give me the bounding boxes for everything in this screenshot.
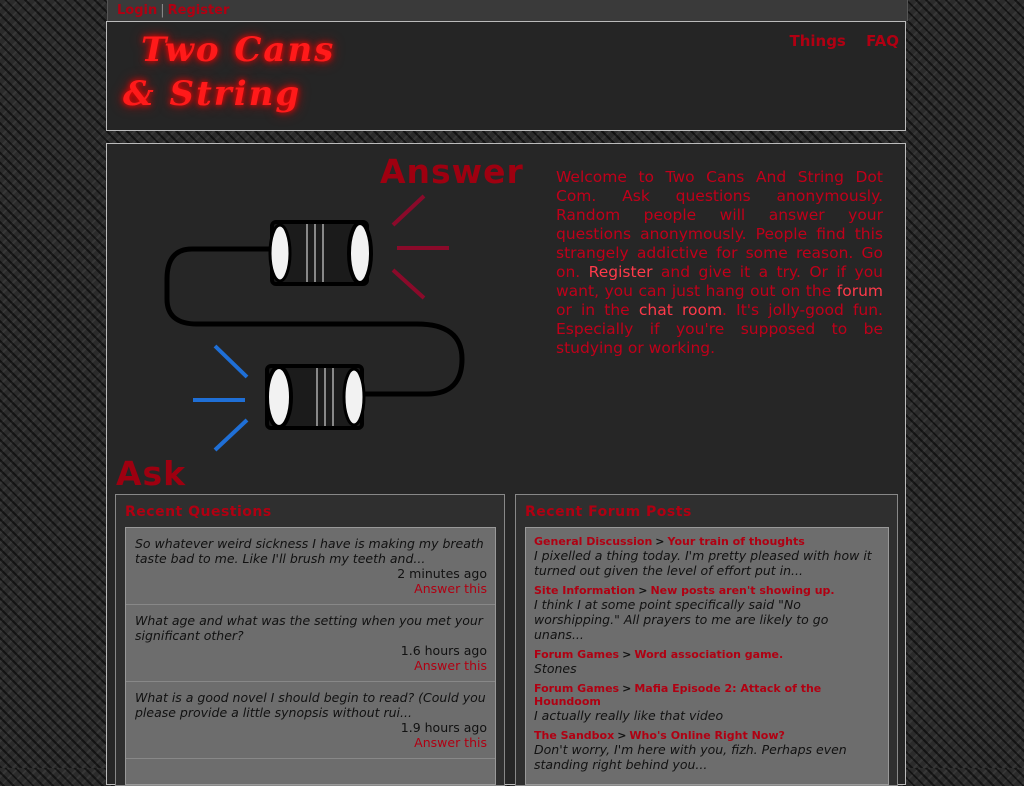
forum-link[interactable]: The Sandbox [534, 729, 614, 742]
post-excerpt: I actually really like that video [534, 708, 724, 723]
top-can-icon [268, 220, 373, 286]
breadcrumb-separator: > [622, 648, 632, 661]
site-logo[interactable]: Two Cans & String [123, 28, 335, 116]
question-text[interactable]: What is a good novel I should begin to r… [135, 690, 487, 720]
question-item[interactable]: What is a good novel I should begin to r… [126, 682, 495, 759]
question-item[interactable]: What age and what was the setting when y… [126, 605, 495, 682]
thread-link[interactable]: Word association game. [634, 648, 783, 661]
top-bar: Login | Register [107, 0, 908, 21]
question-item[interactable]: So whatever weird sickness I have is mak… [126, 528, 495, 605]
topbar-separator: | [160, 3, 165, 18]
breadcrumb-separator: > [617, 729, 627, 742]
welcome-text: Welcome to Two Cans And String Dot Com. … [556, 168, 883, 358]
outgoing-signal-icon [391, 194, 449, 300]
forum-post-item: Site Information > New posts aren't showin… [526, 584, 888, 642]
forum-link[interactable]: Site Information [534, 584, 635, 597]
thread-link[interactable]: New posts aren't showing up. [650, 584, 834, 597]
post-excerpt: I think I at some point specifically sai… [534, 597, 829, 642]
forum-link[interactable]: General Discussion [534, 535, 652, 548]
recent-posts-title: Recent Forum Posts [525, 504, 692, 520]
main-nav: Things FAQ [774, 32, 899, 50]
recent-questions-list: So whatever weird sickness I have is mak… [125, 527, 496, 785]
forum-link[interactable]: Forum Games [534, 682, 619, 695]
login-link[interactable]: Login [117, 3, 157, 18]
incoming-signal-icon [193, 344, 249, 452]
nav-faq[interactable]: FAQ [866, 32, 899, 50]
question-time: 1.9 hours ago [400, 720, 487, 735]
answer-this-link[interactable]: Answer this [135, 658, 487, 673]
nav-things[interactable]: Things [789, 32, 845, 50]
welcome-register-link[interactable]: Register [589, 263, 653, 281]
recent-posts-list: General Discussion > Your train of thought… [525, 527, 889, 785]
forum-link[interactable]: Forum Games [534, 648, 619, 661]
welcome-chat-link[interactable]: chat room [639, 301, 722, 319]
recent-questions-panel: Recent Questions So whatever weird sickn… [115, 494, 505, 786]
register-link[interactable]: Register [168, 3, 230, 18]
breadcrumb-separator: > [655, 535, 665, 548]
bottom-can-icon [265, 364, 366, 430]
question-text[interactable]: So whatever weird sickness I have is mak… [135, 536, 487, 566]
post-excerpt: Stones [534, 661, 577, 676]
forum-post-item: Forum Games > Mafia Episode 2: Attack of t… [526, 682, 888, 723]
logo-line-2: & String [123, 74, 302, 114]
welcome-part-3: or in the [556, 301, 639, 319]
logo-line-1: Two Cans [141, 30, 336, 70]
question-time: 1.6 hours ago [400, 643, 487, 658]
thread-link[interactable]: Your train of thoughts [668, 535, 805, 548]
forum-post-item: Forum Games > Word association game. Stone… [526, 648, 888, 676]
recent-questions-title: Recent Questions [125, 504, 272, 520]
tin-can-phone-illustration [164, 194, 465, 452]
answer-this-link[interactable]: Answer this [135, 581, 487, 596]
forum-post-item: The Sandbox > Who's Online Right Now? Don'… [526, 729, 888, 772]
thread-link[interactable]: Who's Online Right Now? [629, 729, 784, 742]
answer-this-link[interactable]: Answer this [135, 735, 487, 750]
welcome-forum-link[interactable]: forum [837, 282, 883, 300]
question-time: 2 minutes ago [397, 566, 487, 581]
forum-post-item: General Discussion > Your train of thought… [526, 535, 888, 578]
breadcrumb-separator: > [638, 584, 648, 597]
breadcrumb-separator: > [622, 682, 632, 695]
main-content: Answer Welcome to Two Cans And String Do… [106, 143, 906, 786]
site-header: Two Cans & String Things FAQ [106, 21, 906, 131]
post-excerpt: I pixelled a thing today. I'm pretty ple… [534, 548, 872, 578]
ask-heading: Ask [116, 454, 187, 493]
question-text[interactable]: What age and what was the setting when y… [135, 613, 487, 643]
recent-forum-posts-panel: Recent Forum Posts General Discussion > Yo… [515, 494, 898, 786]
